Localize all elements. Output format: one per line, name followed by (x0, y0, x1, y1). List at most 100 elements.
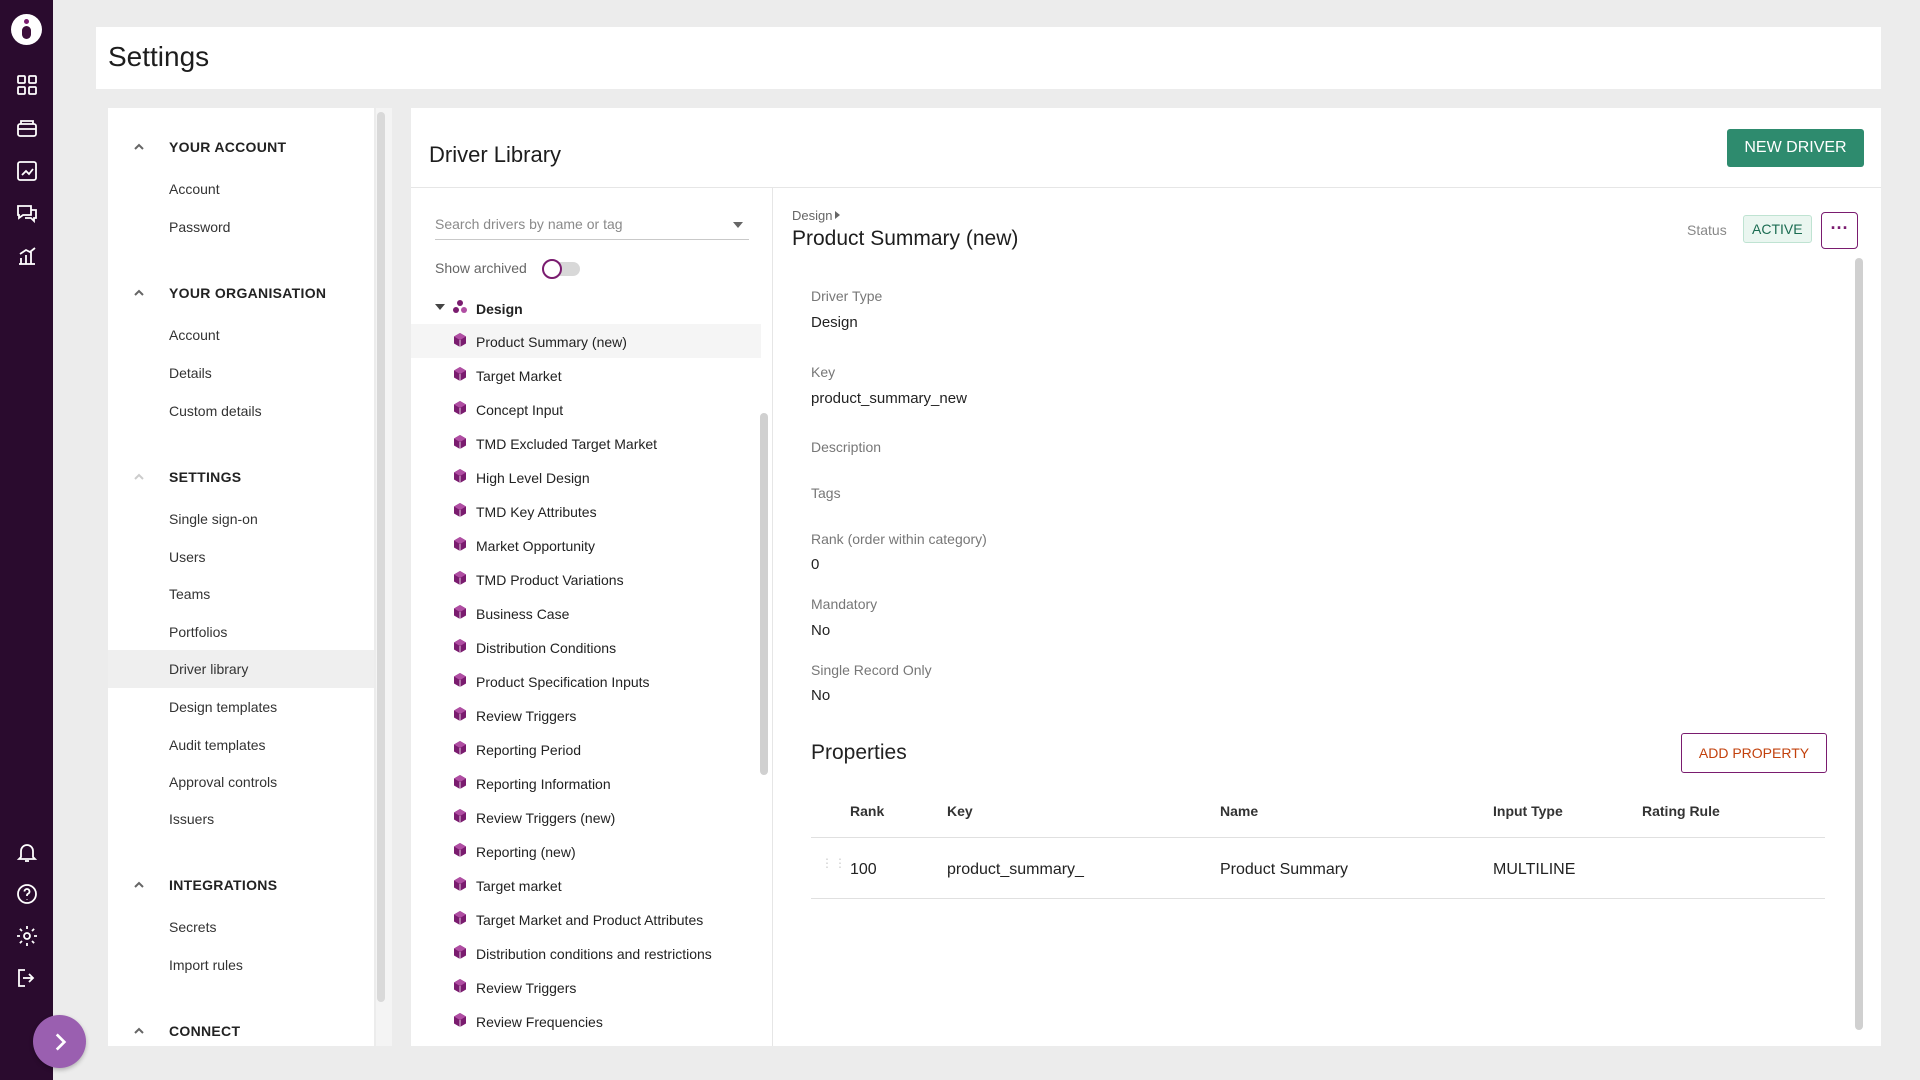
nav-item-import-rules[interactable]: Import rules (108, 946, 374, 984)
cell-input-type: MULTILINE (1493, 861, 1576, 878)
tree-item[interactable]: Market Opportunity (411, 528, 761, 562)
more-options-button[interactable]: ··· (1821, 212, 1858, 249)
nav-item-account[interactable]: Account (108, 170, 374, 208)
field-value-key: product_summary_new (811, 390, 967, 407)
tree-item[interactable]: TMD Product Variations (411, 562, 761, 596)
nav-item-details[interactable]: Details (108, 354, 374, 392)
breadcrumb[interactable]: Design (792, 208, 841, 223)
field-value-driver-type: Design (811, 314, 858, 331)
field-label-key: Key (811, 364, 836, 380)
nav-item-users[interactable]: Users (108, 538, 374, 576)
column-header-key[interactable]: Key (947, 803, 973, 819)
tree-item[interactable]: Review Frequencies (411, 1004, 761, 1038)
tree-item[interactable]: Distribution Conditions (411, 630, 761, 664)
chevron-up-icon (132, 286, 146, 300)
driver-cube-icon (452, 978, 468, 994)
expand-arrow-icon[interactable] (435, 304, 445, 310)
nav-item-portfolios[interactable]: Portfolios (108, 613, 374, 651)
driver-cube-icon (452, 944, 468, 960)
drag-handle-icon[interactable]: ⋮⋮ (821, 857, 846, 877)
nav-section-integrations[interactable]: INTEGRATIONS (108, 874, 374, 898)
tree-item[interactable]: Target Market (411, 358, 761, 392)
nav-item-teams[interactable]: Teams (108, 575, 374, 613)
tree-item[interactable]: Product Summary (new) (411, 324, 761, 358)
column-header-name[interactable]: Name (1220, 803, 1258, 819)
tree-item-label: TMD Excluded Target Market (476, 436, 658, 452)
tree-item[interactable]: TMD Excluded Target Market (411, 426, 761, 460)
nav-item-driver-library[interactable]: Driver library (108, 650, 374, 688)
tree-item[interactable]: Review Triggers (new) (411, 800, 761, 834)
driver-library-panel: Driver Library NEW DRIVER Show archived … (411, 108, 1881, 1046)
messages-icon[interactable] (15, 201, 39, 225)
tree-category-design[interactable]: Design (411, 294, 761, 324)
tree-item[interactable]: Reporting Period (411, 732, 761, 766)
breadcrumb-label[interactable]: Design (792, 208, 832, 223)
dropdown-caret-icon[interactable] (733, 222, 743, 228)
nav-item-issuers[interactable]: Issuers (108, 800, 374, 838)
nav-item-secrets[interactable]: Secrets (108, 908, 374, 946)
tree-item[interactable]: Review Triggers (411, 970, 761, 1004)
field-value-single-record: No (811, 687, 831, 704)
table-row[interactable]: ⋮⋮ 100 product_summary_ Product Summary … (811, 839, 1825, 899)
nav-item-single-sign-on[interactable]: Single sign-on (108, 500, 374, 538)
tree-item[interactable]: Concept Input (411, 392, 761, 426)
tree-item[interactable]: Business Case (411, 596, 761, 630)
tree-item-label: Product Specification Inputs (476, 674, 650, 690)
nav-section-title: YOUR ORGANISATION (169, 285, 327, 301)
nav-item-approval-controls[interactable]: Approval controls (108, 763, 374, 801)
driver-cube-icon (452, 740, 468, 756)
nav-item-audit-templates[interactable]: Audit templates (108, 726, 374, 764)
nav-item-org-account[interactable]: Account (108, 316, 374, 354)
driver-cube-icon (452, 910, 468, 926)
tree-item[interactable]: Reporting Information (411, 766, 761, 800)
help-icon[interactable] (15, 882, 39, 906)
new-driver-button[interactable]: NEW DRIVER (1727, 129, 1864, 167)
tree-item[interactable]: Target Market and Product Attributes (411, 902, 761, 936)
nav-item-custom-details[interactable]: Custom details (108, 392, 374, 430)
tree-item[interactable]: Distribution conditions and restrictions (411, 936, 761, 970)
driver-cube-icon (452, 672, 468, 688)
detail-scrollbar[interactable] (1855, 258, 1863, 1030)
app-logo[interactable] (11, 14, 42, 45)
tree-scrollbar[interactable] (760, 413, 768, 775)
tree-item[interactable]: Product Specification Inputs (411, 664, 761, 698)
nav-item-password[interactable]: Password (108, 208, 374, 246)
tree-item-label: Distribution Conditions (476, 640, 617, 656)
status-badge: ACTIVE (1743, 215, 1812, 243)
column-header-input-type[interactable]: Input Type (1493, 803, 1563, 819)
tree-item[interactable]: Reporting (new) (411, 834, 761, 868)
chevron-up-icon (132, 878, 146, 892)
bell-icon[interactable] (15, 840, 39, 864)
expand-sidebar-button[interactable] (33, 1015, 86, 1068)
reports-icon[interactable] (15, 159, 39, 183)
nav-section-your-account[interactable]: YOUR ACCOUNT (108, 136, 374, 160)
properties-title: Properties (811, 741, 907, 764)
page-header: Settings (96, 27, 1881, 89)
cell-rank: 100 (850, 861, 877, 878)
products-icon[interactable] (15, 116, 39, 140)
logout-icon[interactable] (15, 966, 39, 990)
column-header-rating-rule[interactable]: Rating Rule (1642, 803, 1720, 819)
tree-item-label: Reporting (new) (476, 844, 576, 860)
tree-item[interactable]: TMD Key Attributes (411, 494, 761, 528)
show-archived-toggle[interactable] (542, 259, 580, 279)
dashboard-icon[interactable] (15, 73, 39, 97)
nav-item-design-templates[interactable]: Design templates (108, 688, 374, 726)
nav-section-connect[interactable]: CONNECT (108, 1020, 374, 1044)
nav-section-settings[interactable]: SETTINGS (108, 466, 374, 490)
nav-section-your-organisation[interactable]: YOUR ORGANISATION (108, 282, 374, 306)
chevron-up-icon (132, 470, 146, 484)
analytics-icon[interactable] (15, 244, 39, 268)
driver-search-input[interactable] (435, 210, 715, 238)
driver-cube-icon (452, 434, 468, 450)
add-property-button[interactable]: ADD PROPERTY (1681, 733, 1827, 773)
nav-scrollbar[interactable] (377, 112, 385, 1002)
tree-item[interactable]: High Level Design (411, 460, 761, 494)
tree-item-label: Concept Input (476, 402, 564, 418)
tree-item[interactable]: Target market (411, 868, 761, 902)
gear-icon[interactable] (15, 924, 39, 948)
column-header-rank[interactable]: Rank (850, 803, 884, 819)
app-rail (0, 0, 53, 1080)
tree-item[interactable]: Review Triggers (411, 698, 761, 732)
driver-cube-icon (452, 468, 468, 484)
